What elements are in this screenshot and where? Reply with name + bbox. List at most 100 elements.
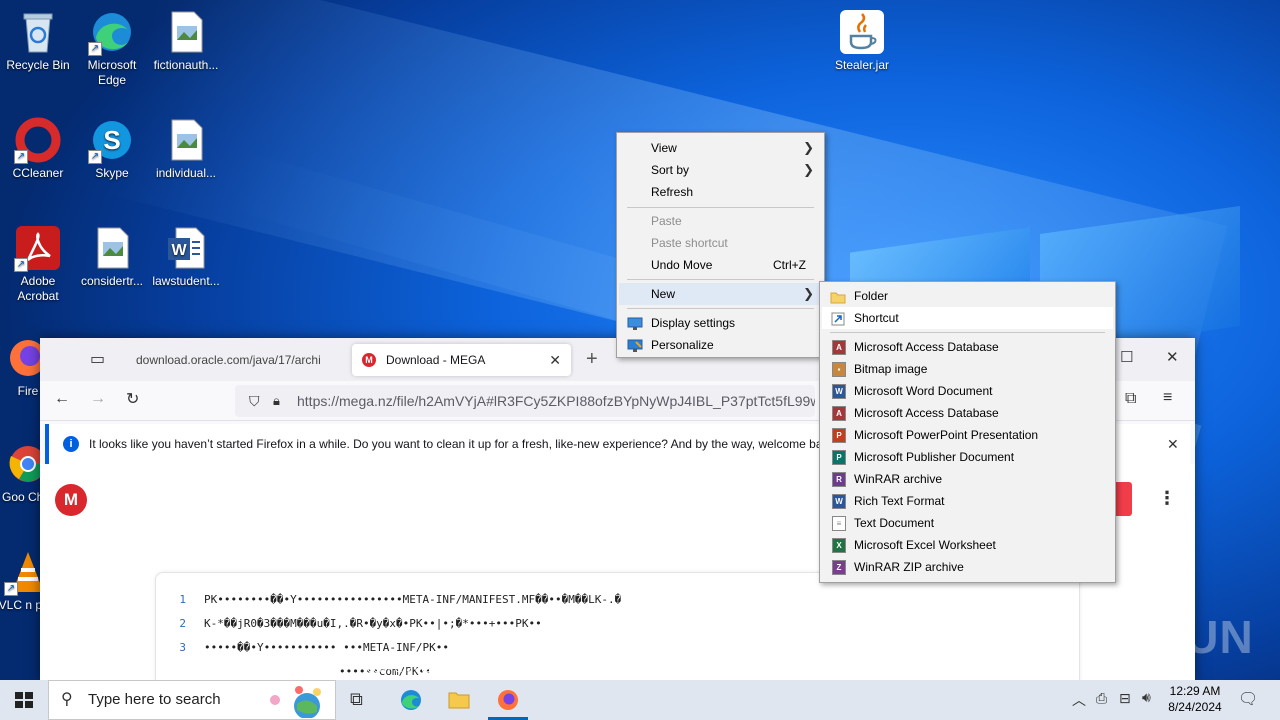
desktop-icon-label: Recycle Bin <box>6 58 70 72</box>
search-highlight-icon <box>261 684 331 720</box>
desktop-icon-stealer-jar[interactable]: Stealer.jar <box>824 8 900 73</box>
start-button[interactable] <box>0 680 48 720</box>
desktop-icon-ccleaner[interactable]: ↗ CCleaner <box>0 116 76 181</box>
notification-center-icon[interactable]: 🗨︎ <box>1238 689 1258 709</box>
mega-favicon-icon: M <box>362 353 376 367</box>
desktop-icon-edge[interactable]: ↗ Microsoft Edge <box>74 8 150 88</box>
menu-item-display-settings[interactable]: Display settings <box>619 312 822 334</box>
menu-item-refresh[interactable]: Refresh <box>619 181 822 203</box>
new-submenu: Folder Shortcut A Microsoft Access Databa… <box>819 281 1116 583</box>
close-window-button[interactable]: ✕ <box>1166 348 1179 366</box>
svg-text:W: W <box>171 242 187 259</box>
desktop-icon-label: considertr... <box>80 274 144 288</box>
submenu-item-access-database-2[interactable]: A Microsoft Access Database <box>822 402 1113 424</box>
code-line: 3 •••••��•Y••••••••••• •••META-INF/PK•• <box>179 641 450 654</box>
submenu-item-shortcut[interactable]: Shortcut <box>822 307 1113 329</box>
recycle-bin-icon <box>14 8 62 56</box>
menu-icon[interactable]: ≡ <box>1163 389 1172 407</box>
menu-separator <box>830 332 1105 333</box>
maximize-button[interactable]: ☐ <box>1120 348 1133 366</box>
task-view-icon[interactable]: ⧉ <box>350 689 363 710</box>
desktop-icon-recycle-bin[interactable]: Recycle Bin <box>0 8 76 73</box>
submenu-item-winrar[interactable]: R WinRAR archive <box>822 468 1113 490</box>
submenu-item-powerpoint[interactable]: P Microsoft PowerPoint Presentation <box>822 424 1113 446</box>
desktop-icon-skype[interactable]: S ↗ Skype <box>74 116 150 181</box>
svg-text:S: S <box>103 125 120 155</box>
display-icon <box>627 316 643 330</box>
menu-item-undo-move[interactable]: Undo Move Ctrl+Z <box>619 254 822 276</box>
submenu-item-text[interactable]: ≡ Text Document <box>822 512 1113 534</box>
url-bar[interactable]: ⛉ 🔒︎ https://mega.nz/file/h2AmVYjA#lR3FC… <box>235 385 815 417</box>
text-icon: ≡ <box>832 516 846 531</box>
submenu-item-access-database[interactable]: A Microsoft Access Database <box>822 336 1113 358</box>
menu-separator <box>627 308 814 309</box>
new-tab-button[interactable]: + <box>586 348 598 371</box>
submenu-item-winrar-zip[interactable]: Z WinRAR ZIP archive <box>822 556 1113 578</box>
overflow-code-text: ••••com/thallik•• <box>340 662 453 675</box>
firefox-taskbar-icon[interactable] <box>496 688 520 712</box>
back-icon[interactable]: ← <box>54 390 70 408</box>
desktop-icon-acrobat[interactable]: ↗ Adobe Acrobat <box>0 224 76 304</box>
desktop-icon-label: Stealer.jar <box>834 58 890 72</box>
desktop-icon-considertr[interactable]: considertr... <box>74 224 150 289</box>
submenu-item-folder[interactable]: Folder <box>822 285 1113 307</box>
tab-close-icon[interactable]: ✕ <box>549 344 561 376</box>
shield-icon[interactable]: ⛉ <box>249 385 260 417</box>
lock-icon[interactable]: 🔒︎ <box>273 385 280 417</box>
submenu-item-rtf[interactable]: W Rich Text Format <box>822 490 1113 512</box>
menu-separator <box>627 207 814 208</box>
menu-item-paste-shortcut[interactable]: Paste shortcut <box>619 232 822 254</box>
reload-icon[interactable]: ↻ <box>126 389 139 409</box>
code-line: 1 PK••••••••��•Y••••••••••••••••META-INF/… <box>179 593 622 606</box>
volume-icon[interactable]: 🔊︎ <box>1142 689 1151 706</box>
system-clock[interactable]: 12:29 AM 8/24/2024 <box>1160 683 1230 715</box>
extensions-icon[interactable]: ⧉ <box>1125 390 1136 408</box>
skype-icon: S ↗ <box>88 116 136 164</box>
java-jar-icon <box>838 8 886 56</box>
personalize-icon <box>627 338 643 352</box>
tab-mega[interactable]: M Download - MEGA ✕ <box>352 344 571 376</box>
network-icon[interactable]: ⊟ <box>1119 690 1131 707</box>
chevron-right-icon: ❯ <box>803 286 814 301</box>
submenu-item-excel[interactable]: X Microsoft Excel Worksheet <box>822 534 1113 556</box>
file-explorer-icon[interactable] <box>447 688 471 712</box>
desktop-icon-label: Microsoft Edge <box>87 58 137 87</box>
notification-text: It looks like you haven’t started Firefo… <box>89 437 835 451</box>
info-icon: i <box>63 436 79 452</box>
desktop-icon-lawstudent[interactable]: W lawstudent... <box>148 224 224 289</box>
taskbar-search[interactable]: ⚲ Type here to search <box>48 680 336 720</box>
notification-close-icon[interactable]: ✕ <box>1167 424 1179 464</box>
edge-taskbar-icon[interactable] <box>399 688 423 712</box>
menu-separator <box>627 279 814 280</box>
desktop-icon-label: CCleaner <box>12 166 64 180</box>
access-icon: A <box>832 340 846 355</box>
menu-item-personalize[interactable]: Personalize <box>619 334 822 356</box>
image-file-icon <box>88 224 136 272</box>
submenu-item-bitmap[interactable]: ▪ Bitmap image <box>822 358 1113 380</box>
tab-oracle[interactable]: download.oracle.com/java/17/archi <box>122 344 352 376</box>
desktop-icon-individual[interactable]: individual... <box>148 116 224 181</box>
submenu-item-publisher[interactable]: P Microsoft Publisher Document <box>822 446 1113 468</box>
taskbar: ⚲ Type here to search ⧉ ••••com/thallik•… <box>0 662 1280 720</box>
more-options-icon[interactable]: ⋮ <box>1158 488 1176 509</box>
edge-icon: ↗ <box>88 8 136 56</box>
menu-item-paste[interactable]: Paste <box>619 210 822 232</box>
menu-item-view[interactable]: View ❯ <box>619 137 822 159</box>
submenu-item-word[interactable]: W Microsoft Word Document <box>822 380 1113 402</box>
chevron-right-icon: ❯ <box>803 140 814 155</box>
file-preview: 1 PK••••••••��•Y••••••••••••••••META-INF/… <box>155 572 1080 683</box>
forward-icon[interactable]: → <box>90 390 106 408</box>
publisher-icon: P <box>832 450 846 465</box>
mega-logo[interactable]: M <box>55 484 87 516</box>
search-placeholder: Type here to search <box>88 691 221 708</box>
shortcut-arrow-icon: ↗ <box>14 150 28 164</box>
tray-device-icon[interactable]: ⎙ <box>1096 690 1107 707</box>
desktop-icon-fictionauth[interactable]: fictionauth... <box>148 8 224 73</box>
winrar-icon: R <box>832 472 846 487</box>
folder-icon <box>830 289 846 304</box>
menu-item-new[interactable]: New ❯ <box>619 283 822 305</box>
tab-overview-icon[interactable]: ▭ <box>90 349 105 369</box>
tray-chevron-up-icon[interactable]: ︿ <box>1072 690 1086 710</box>
menu-item-sort-by[interactable]: Sort by ❯ <box>619 159 822 181</box>
tab-label: download.oracle.com/java/17/archi <box>136 353 321 367</box>
